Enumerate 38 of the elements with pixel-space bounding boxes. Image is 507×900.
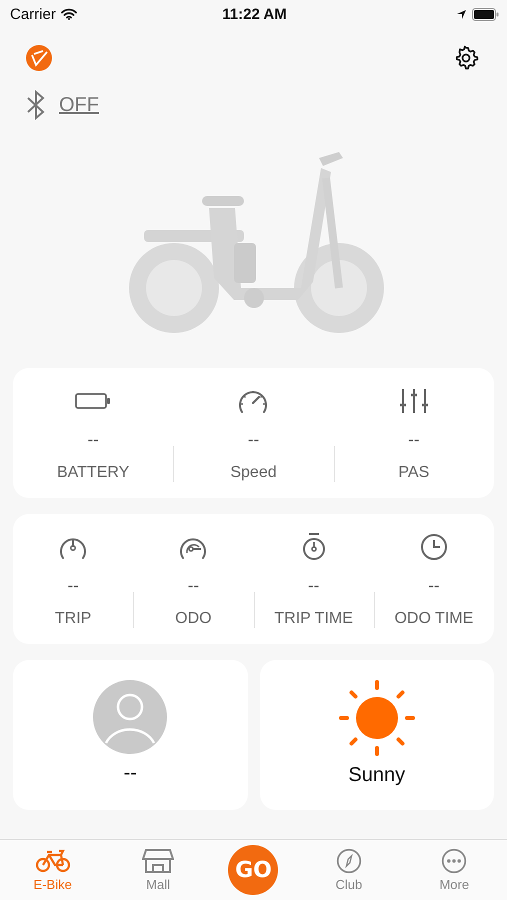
- stat-label: BATTERY: [57, 464, 130, 482]
- stat-value: --: [67, 576, 79, 596]
- stat-label: TRIP: [54, 610, 92, 628]
- store-icon: [142, 848, 174, 874]
- wifi-icon: [60, 8, 77, 20]
- stopwatch-icon: [300, 532, 327, 562]
- rider-name: --: [124, 762, 137, 785]
- clock-icon: [420, 532, 448, 562]
- stat-value: --: [188, 576, 200, 596]
- stat-value: --: [88, 430, 99, 450]
- settings-icon[interactable]: [453, 45, 479, 71]
- bicycle-icon: [34, 848, 71, 874]
- go-button[interactable]: GO: [228, 845, 278, 895]
- stat-value: --: [308, 576, 320, 596]
- bluetooth-toggle-link[interactable]: OFF: [59, 94, 99, 116]
- clock-time: 11:22 AM: [222, 6, 287, 22]
- weather-condition: Sunny: [348, 764, 406, 787]
- stat-label: ODO: [175, 610, 212, 628]
- weather-card[interactable]: Sunny: [260, 660, 494, 810]
- sliders-icon: [398, 386, 429, 416]
- location-arrow-icon: [456, 8, 467, 20]
- logo-icon[interactable]: [25, 44, 53, 72]
- tab-item[interactable]: More: [419, 848, 490, 892]
- avatar-icon: [93, 680, 168, 754]
- stat-label: TRIP TIME: [274, 610, 353, 628]
- tab-item[interactable]: E-Bike: [18, 848, 88, 892]
- stat-label: ODO TIME: [394, 610, 474, 628]
- sun-icon: [338, 680, 415, 756]
- tab-item[interactable]: Mall: [123, 848, 194, 892]
- tab-item[interactable]: Club: [314, 848, 384, 892]
- stat-value: --: [428, 576, 440, 596]
- stat-value: --: [248, 430, 260, 450]
- carrier-label: Carrier: [10, 6, 56, 22]
- battery-status-icon: [472, 8, 499, 20]
- stat-label: Speed: [230, 464, 277, 482]
- stat-label: PAS: [398, 464, 430, 482]
- rider-card[interactable]: --: [13, 660, 248, 810]
- stat-value: --: [408, 430, 420, 450]
